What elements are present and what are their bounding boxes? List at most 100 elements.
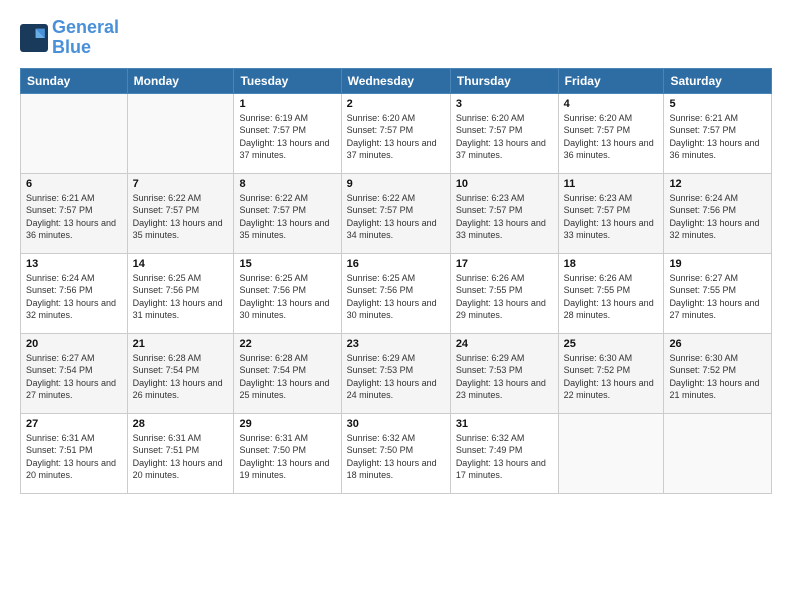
header: General Blue: [20, 18, 772, 58]
day-info: Sunrise: 6:22 AM Sunset: 7:57 PM Dayligh…: [133, 192, 229, 242]
day-info: Sunrise: 6:20 AM Sunset: 7:57 PM Dayligh…: [564, 112, 659, 162]
day-number: 31: [456, 418, 553, 430]
calendar-cell: 18Sunrise: 6:26 AM Sunset: 7:55 PM Dayli…: [558, 253, 664, 333]
day-number: 28: [133, 418, 229, 430]
calendar-cell: 19Sunrise: 6:27 AM Sunset: 7:55 PM Dayli…: [664, 253, 772, 333]
week-row-4: 20Sunrise: 6:27 AM Sunset: 7:54 PM Dayli…: [21, 333, 772, 413]
calendar-cell: 16 Sunrise: 6:25 AM Sunset: 7:56 PM Dayli…: [341, 253, 450, 333]
day-info: Sunrise: 6:21 AM Sunset: 7:57 PM Dayligh…: [669, 112, 766, 162]
day-number: 20: [26, 338, 122, 350]
day-info: Sunrise: 6:22 AM Sunset: 7:57 PM Dayligh…: [347, 192, 445, 242]
calendar-cell: 27Sunrise: 6:31 AM Sunset: 7:51 PM Dayli…: [21, 413, 128, 493]
weekday-header-friday: Friday: [558, 68, 664, 93]
day-info: Sunrise: 6:29 AM Sunset: 7:53 PM Dayligh…: [347, 352, 445, 402]
day-number: 18: [564, 258, 659, 270]
day-number: 21: [133, 338, 229, 350]
calendar-cell: 6Sunrise: 6:21 AM Sunset: 7:57 PM Daylig…: [21, 173, 128, 253]
calendar-cell: 15 Sunrise: 6:25 AM Sunset: 7:56 PM Dayli…: [234, 253, 341, 333]
day-info: Sunrise: 6:25 AM Sunset: 7:56 PM Dayligh…: [347, 272, 445, 322]
day-number: 4: [564, 98, 659, 110]
day-info: Sunrise: 6:19 AM Sunset: 7:57 PM Dayligh…: [239, 112, 335, 162]
calendar-table: SundayMondayTuesdayWednesdayThursdayFrid…: [20, 68, 772, 494]
day-number: 25: [564, 338, 659, 350]
calendar-cell: 30 Sunrise: 6:32 AM Sunset: 7:50 PM Dayli…: [341, 413, 450, 493]
day-number: 5: [669, 98, 766, 110]
day-number: 6: [26, 178, 122, 190]
day-info: Sunrise: 6:28 AM Sunset: 7:54 PM Dayligh…: [239, 352, 335, 402]
calendar-cell: 23 Sunrise: 6:29 AM Sunset: 7:53 PM Dayli…: [341, 333, 450, 413]
weekday-header-row: SundayMondayTuesdayWednesdayThursdayFrid…: [21, 68, 772, 93]
day-number: 12: [669, 178, 766, 190]
day-info: Sunrise: 6:25 AM Sunset: 7:56 PM Dayligh…: [239, 272, 335, 322]
day-number: 24: [456, 338, 553, 350]
page: General Blue SundayMondayTuesdayWednesda…: [0, 0, 792, 612]
day-number: 7: [133, 178, 229, 190]
calendar-cell: [664, 413, 772, 493]
week-row-1: 1 Sunrise: 6:19 AM Sunset: 7:57 PM Daylig…: [21, 93, 772, 173]
week-row-2: 6Sunrise: 6:21 AM Sunset: 7:57 PM Daylig…: [21, 173, 772, 253]
calendar-cell: 4 Sunrise: 6:20 AM Sunset: 7:57 PM Daylig…: [558, 93, 664, 173]
day-number: 23: [347, 338, 445, 350]
calendar-cell: [127, 93, 234, 173]
day-info: Sunrise: 6:30 AM Sunset: 7:52 PM Dayligh…: [564, 352, 659, 402]
calendar-cell: 21 Sunrise: 6:28 AM Sunset: 7:54 PM Dayli…: [127, 333, 234, 413]
day-info: Sunrise: 6:26 AM Sunset: 7:55 PM Dayligh…: [456, 272, 553, 322]
day-number: 11: [564, 178, 659, 190]
day-info: Sunrise: 6:27 AM Sunset: 7:55 PM Dayligh…: [669, 272, 766, 322]
calendar-cell: 17 Sunrise: 6:26 AM Sunset: 7:55 PM Dayli…: [450, 253, 558, 333]
calendar-cell: [558, 413, 664, 493]
day-number: 10: [456, 178, 553, 190]
day-number: 13: [26, 258, 122, 270]
calendar-cell: 28 Sunrise: 6:31 AM Sunset: 7:51 PM Dayli…: [127, 413, 234, 493]
day-info: Sunrise: 6:30 AM Sunset: 7:52 PM Dayligh…: [669, 352, 766, 402]
logo-icon: [20, 24, 48, 52]
calendar-cell: 13 Sunrise: 6:24 AM Sunset: 7:56 PM Dayli…: [21, 253, 128, 333]
calendar-cell: 3 Sunrise: 6:20 AM Sunset: 7:57 PM Daylig…: [450, 93, 558, 173]
day-info: Sunrise: 6:22 AM Sunset: 7:57 PM Dayligh…: [239, 192, 335, 242]
day-info: Sunrise: 6:31 AM Sunset: 7:51 PM Dayligh…: [133, 432, 229, 482]
calendar-cell: 5 Sunrise: 6:21 AM Sunset: 7:57 PM Daylig…: [664, 93, 772, 173]
day-info: Sunrise: 6:32 AM Sunset: 7:50 PM Dayligh…: [347, 432, 445, 482]
calendar-cell: 10 Sunrise: 6:23 AM Sunset: 7:57 PM Dayli…: [450, 173, 558, 253]
day-number: 9: [347, 178, 445, 190]
calendar-cell: 26 Sunrise: 6:30 AM Sunset: 7:52 PM Dayli…: [664, 333, 772, 413]
calendar-cell: 1 Sunrise: 6:19 AM Sunset: 7:57 PM Daylig…: [234, 93, 341, 173]
day-info: Sunrise: 6:23 AM Sunset: 7:57 PM Dayligh…: [564, 192, 659, 242]
day-number: 1: [239, 98, 335, 110]
logo-text: General Blue: [52, 18, 119, 58]
day-info: Sunrise: 6:31 AM Sunset: 7:50 PM Dayligh…: [239, 432, 335, 482]
weekday-header-wednesday: Wednesday: [341, 68, 450, 93]
logo: General Blue: [20, 18, 119, 58]
day-number: 17: [456, 258, 553, 270]
day-number: 29: [239, 418, 335, 430]
weekday-header-thursday: Thursday: [450, 68, 558, 93]
day-info: Sunrise: 6:20 AM Sunset: 7:57 PM Dayligh…: [456, 112, 553, 162]
day-info: Sunrise: 6:20 AM Sunset: 7:57 PM Dayligh…: [347, 112, 445, 162]
day-number: 15: [239, 258, 335, 270]
day-info: Sunrise: 6:25 AM Sunset: 7:56 PM Dayligh…: [133, 272, 229, 322]
day-number: 2: [347, 98, 445, 110]
calendar-cell: 7 Sunrise: 6:22 AM Sunset: 7:57 PM Daylig…: [127, 173, 234, 253]
weekday-header-sunday: Sunday: [21, 68, 128, 93]
day-number: 3: [456, 98, 553, 110]
day-number: 30: [347, 418, 445, 430]
day-info: Sunrise: 6:24 AM Sunset: 7:56 PM Dayligh…: [669, 192, 766, 242]
calendar-cell: 11 Sunrise: 6:23 AM Sunset: 7:57 PM Dayli…: [558, 173, 664, 253]
day-info: Sunrise: 6:24 AM Sunset: 7:56 PM Dayligh…: [26, 272, 122, 322]
weekday-header-monday: Monday: [127, 68, 234, 93]
calendar-cell: 2 Sunrise: 6:20 AM Sunset: 7:57 PM Daylig…: [341, 93, 450, 173]
calendar-cell: 29 Sunrise: 6:31 AM Sunset: 7:50 PM Dayli…: [234, 413, 341, 493]
calendar-cell: 20Sunrise: 6:27 AM Sunset: 7:54 PM Dayli…: [21, 333, 128, 413]
day-number: 26: [669, 338, 766, 350]
day-number: 22: [239, 338, 335, 350]
calendar-cell: 22 Sunrise: 6:28 AM Sunset: 7:54 PM Dayli…: [234, 333, 341, 413]
calendar-cell: [21, 93, 128, 173]
week-row-5: 27Sunrise: 6:31 AM Sunset: 7:51 PM Dayli…: [21, 413, 772, 493]
calendar-cell: 8Sunrise: 6:22 AM Sunset: 7:57 PM Daylig…: [234, 173, 341, 253]
day-number: 16: [347, 258, 445, 270]
day-info: Sunrise: 6:32 AM Sunset: 7:49 PM Dayligh…: [456, 432, 553, 482]
weekday-header-saturday: Saturday: [664, 68, 772, 93]
day-info: Sunrise: 6:28 AM Sunset: 7:54 PM Dayligh…: [133, 352, 229, 402]
day-info: Sunrise: 6:23 AM Sunset: 7:57 PM Dayligh…: [456, 192, 553, 242]
calendar-cell: 12 Sunrise: 6:24 AM Sunset: 7:56 PM Dayli…: [664, 173, 772, 253]
